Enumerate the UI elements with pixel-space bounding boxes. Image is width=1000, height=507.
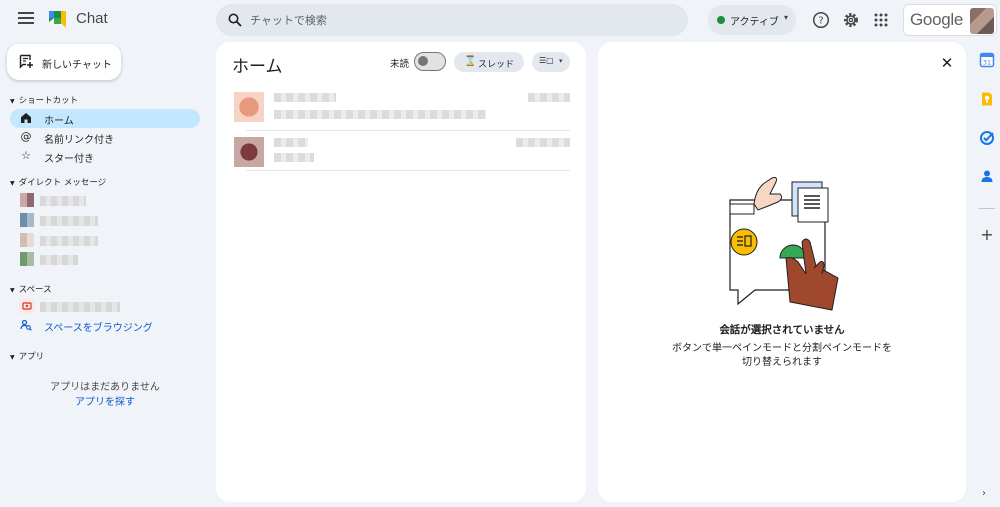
- conversation-list-item[interactable]: [234, 133, 572, 171]
- chevron-right-icon[interactable]: ›: [982, 488, 986, 499]
- threads-label: スレッド: [478, 60, 515, 70]
- dm-name-redacted: [40, 255, 78, 265]
- conversation-title-redacted: [274, 138, 308, 147]
- space-icon: [22, 302, 32, 310]
- new-chat-button[interactable]: 新しいチャット: [7, 44, 121, 80]
- direct-messages-section-header[interactable]: ▼ ダイレクト メッセージ: [10, 176, 106, 188]
- space-name-redacted: [40, 302, 120, 312]
- home-icon: [21, 113, 31, 123]
- split-view-icon: ☰▢: [539, 56, 554, 65]
- browse-spaces-link[interactable]: スペースをブラウジング: [10, 316, 200, 335]
- status-label: アクティブ: [730, 17, 779, 28]
- tasks-icon[interactable]: [979, 130, 995, 146]
- star-outline-icon: ☆: [21, 149, 31, 162]
- chevron-down-icon: ▾: [784, 13, 789, 22]
- apps-section-header[interactable]: ▼ アプリ: [10, 350, 44, 362]
- threads-button[interactable]: ⌛ スレッド: [454, 52, 524, 72]
- dm-list-item[interactable]: [10, 231, 200, 250]
- list-divider: [246, 170, 570, 171]
- empty-state-title: 会話が選択されていません: [719, 324, 845, 336]
- dm-avatar: [20, 213, 34, 227]
- chat-logo-icon: [49, 11, 66, 28]
- dm-list-item[interactable]: [10, 191, 200, 210]
- conversation-title-redacted: [274, 93, 336, 102]
- top-bar: Chat アクティブ ▾ ? Google: [0, 0, 1000, 40]
- close-icon[interactable]: ✕: [938, 54, 956, 72]
- detail-panel: ✕ 会話が選択されていません ボタンで単一ペインモードと分割ペインモードを切り替…: [598, 42, 966, 502]
- sidebar-item-label: スター付き: [44, 154, 94, 165]
- status-dropdown[interactable]: アクティブ ▾: [708, 5, 796, 35]
- conversation-preview-redacted: [274, 153, 314, 162]
- app-title: Chat: [76, 10, 108, 27]
- browse-spaces-label: スペースをブラウジング: [44, 323, 153, 334]
- find-apps-link[interactable]: アプリを探す: [10, 393, 200, 408]
- caret-down-icon: ▼: [10, 354, 15, 361]
- dm-list-item[interactable]: [10, 211, 200, 230]
- new-chat-icon: [19, 54, 33, 69]
- space-list-item[interactable]: [10, 297, 200, 316]
- conversation-avatar: [234, 92, 264, 122]
- unread-toggle[interactable]: [414, 52, 446, 71]
- chevron-down-icon: ▾: [559, 57, 563, 65]
- dm-avatar: [20, 233, 34, 247]
- sidebar-item-label: 名前リンク付き: [44, 135, 114, 146]
- svg-text:31: 31: [983, 59, 991, 67]
- apps-header-label: アプリ: [18, 352, 45, 362]
- search-icon[interactable]: [228, 13, 242, 27]
- dm-name-redacted: [40, 196, 86, 206]
- search-input[interactable]: [250, 4, 670, 36]
- threads-icon: ⌛: [464, 56, 477, 67]
- dm-name-redacted: [40, 236, 98, 246]
- space-avatar: [19, 298, 35, 314]
- no-conversation-illustration: [729, 177, 839, 311]
- help-icon[interactable]: ?: [812, 11, 830, 29]
- caret-down-icon: ▼: [10, 180, 15, 187]
- conversation-time-redacted: [516, 138, 570, 147]
- spaces-header-label: スペース: [18, 285, 52, 295]
- dm-name-redacted: [40, 216, 98, 226]
- conversation-time-redacted: [528, 93, 570, 102]
- page-title: ホーム: [232, 57, 283, 77]
- caret-down-icon: ▼: [10, 287, 15, 294]
- new-chat-label: 新しいチャット: [42, 60, 112, 71]
- dm-header-label: ダイレクト メッセージ: [18, 178, 107, 188]
- dm-avatar: [20, 193, 34, 207]
- list-divider: [246, 130, 570, 131]
- spaces-section-header[interactable]: ▼ スペース: [10, 283, 52, 295]
- sidebar-item-home[interactable]: ホーム: [10, 109, 200, 128]
- toggle-knob: [418, 56, 428, 66]
- apps-empty-text: アプリはまだありません: [50, 382, 160, 393]
- view-mode-dropdown[interactable]: ☰▢ ▾: [532, 52, 570, 72]
- dm-avatar: [20, 252, 34, 266]
- browse-spaces-icon: [20, 319, 32, 331]
- sidebar-item-label: ホーム: [44, 116, 74, 127]
- at-sign-icon: @: [20, 130, 32, 143]
- sidebar-item-mentions[interactable]: @ 名前リンク付き: [10, 128, 200, 147]
- caret-down-icon: ▼: [10, 98, 15, 105]
- apps-grid-icon[interactable]: [872, 11, 890, 29]
- contacts-icon[interactable]: [979, 168, 995, 184]
- avatar: [970, 8, 994, 34]
- google-logo: Google: [910, 10, 964, 29]
- settings-gear-icon[interactable]: [842, 11, 860, 29]
- svg-text:?: ?: [818, 16, 823, 27]
- unread-filter-label: 未読: [390, 59, 410, 70]
- status-dot-icon: [717, 16, 725, 24]
- sidebar-item-starred[interactable]: ☆ スター付き: [10, 147, 200, 166]
- dm-list-item[interactable]: [10, 250, 200, 269]
- conversation-avatar: [234, 137, 264, 167]
- rail-divider: [979, 208, 995, 209]
- main-menu-icon[interactable]: [18, 12, 34, 26]
- keep-icon[interactable]: [979, 91, 995, 107]
- account-button[interactable]: Google: [903, 4, 997, 36]
- search-bar[interactable]: [216, 4, 688, 36]
- shortcuts-section-header[interactable]: ▼ ショートカット: [10, 94, 78, 106]
- conversation-preview-redacted: [274, 110, 486, 119]
- home-panel: ホーム 未読 ⌛ スレッド ☰▢ ▾: [216, 42, 586, 502]
- calendar-icon[interactable]: 31: [979, 52, 995, 68]
- empty-state-description: ボタンで単一ペインモードと分割ペインモードを切り替えられます: [672, 343, 892, 368]
- conversation-list-item[interactable]: [234, 88, 572, 126]
- add-addon-icon[interactable]: +: [980, 227, 994, 243]
- shortcuts-header-label: ショートカット: [18, 96, 79, 106]
